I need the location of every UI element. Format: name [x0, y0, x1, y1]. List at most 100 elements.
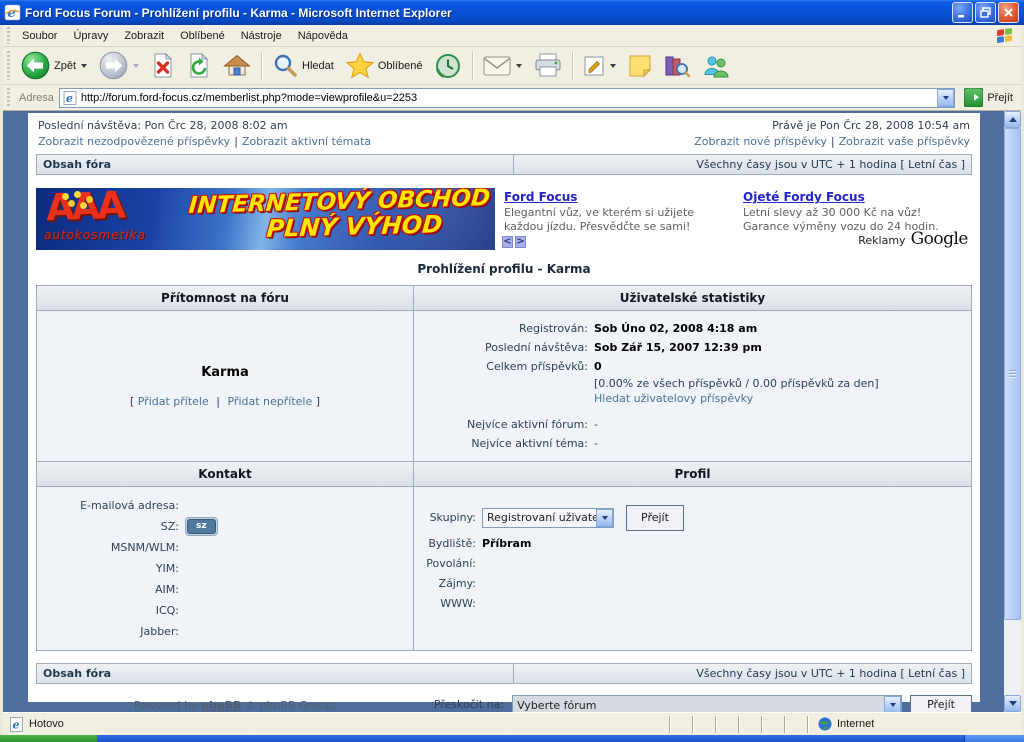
taskbar-edge: [97, 735, 964, 742]
active-topic-value: -: [594, 434, 598, 453]
menu-oblibene[interactable]: Oblíbené: [172, 27, 233, 45]
forward-dropdown-icon[interactable]: [133, 64, 139, 68]
svg-text:e: e: [66, 92, 73, 105]
address-input[interactable]: e http://forum.ford-focus.cz/memberlist.…: [59, 88, 955, 108]
ads-prev-button[interactable]: <: [502, 236, 513, 248]
note-icon: [628, 54, 652, 78]
forum-jump-arrow-icon[interactable]: [884, 696, 901, 712]
banner-ad[interactable]: AAA autokosmetika INTERNETOVÝ OBCHOD PLN…: [36, 188, 495, 250]
search-button[interactable]: Hledat: [267, 49, 339, 83]
groups-go-button[interactable]: Přejít: [626, 505, 684, 531]
stop-button[interactable]: [146, 49, 180, 83]
phpbb-link[interactable]: phpBB: [201, 699, 241, 712]
scroll-down-button[interactable]: [1004, 695, 1021, 712]
board-index-link[interactable]: Obsah fóra: [37, 155, 513, 174]
sz-label: SZ:: [45, 516, 185, 537]
mail-button[interactable]: [478, 49, 527, 83]
refresh-button[interactable]: [182, 49, 216, 83]
menu-soubor[interactable]: Soubor: [14, 27, 65, 45]
groups-select-arrow-icon[interactable]: [596, 509, 613, 527]
mail-dropdown-icon[interactable]: [516, 64, 522, 68]
back-button[interactable]: Zpět: [16, 49, 92, 83]
history-button[interactable]: [429, 49, 467, 83]
email-label: E-mailová adresa:: [45, 495, 185, 516]
vertical-scrollbar[interactable]: [1004, 111, 1021, 712]
print-button[interactable]: [529, 49, 567, 83]
groups-selected-value: Registrovaní uživatelé: [483, 508, 596, 528]
menu-zobrazit[interactable]: Zobrazit: [116, 27, 172, 45]
scroll-up-button[interactable]: [1004, 111, 1021, 128]
ads-next-button[interactable]: >: [515, 236, 526, 248]
right-links: Zobrazit nové příspěvky|Zobrazit vaše př…: [694, 135, 970, 148]
sz-button[interactable]: sz: [187, 519, 216, 534]
add-friend-link[interactable]: Přidat přítele: [138, 395, 209, 408]
jump-label: Přeskočit na:: [434, 695, 504, 712]
banner-dots-decoration: [62, 193, 69, 200]
link-active-topics[interactable]: Zobrazit aktivní témata: [242, 135, 371, 148]
edit-dropdown-icon[interactable]: [610, 64, 616, 68]
add-foe-link[interactable]: Přidat nepřítele: [227, 395, 312, 408]
security-zone-pane: Internet: [807, 716, 1019, 733]
search-label: Hledat: [302, 60, 334, 72]
favorites-button[interactable]: Oblíbené: [341, 49, 428, 83]
addressbar-grip[interactable]: [6, 88, 11, 108]
google-logo[interactable]: Google: [911, 229, 968, 249]
scrollbar-thumb[interactable]: [1004, 128, 1021, 620]
presence-header: Přítomnost na fóru: [37, 286, 413, 310]
forum-jump-value: Vyberte fórum: [513, 699, 884, 712]
messenger-button[interactable]: [697, 49, 735, 83]
link-new-posts[interactable]: Zobrazit nové příspěvky: [694, 135, 827, 148]
history-icon: [434, 52, 462, 80]
status-pane: [692, 716, 715, 733]
research-button[interactable]: [659, 49, 695, 83]
edit-button[interactable]: [578, 49, 621, 83]
timezone-text: Všechny časy jsou v UTC + 1 hodina [ Let…: [513, 155, 971, 174]
google-ads-panel: Ford Focus Elegantní vůz, ve kterém si u…: [500, 188, 972, 250]
statistics-header: Uživatelské statistiky: [414, 286, 971, 310]
board-index-bar-bottom: Obsah fóra Všechny časy jsou v UTC + 1 h…: [36, 663, 972, 684]
menu-napoveda[interactable]: Nápověda: [290, 27, 356, 45]
minimize-button[interactable]: [952, 2, 973, 23]
banner-brand-sub: autokosmetika: [44, 228, 146, 242]
link-unanswered-posts[interactable]: Zobrazit nezodpovězené příspěvky: [38, 135, 230, 148]
aim-label: AIM:: [45, 579, 185, 600]
windows-flag-icon: [997, 27, 1013, 43]
start-button-edge[interactable]: [0, 735, 97, 742]
discuss-button[interactable]: [623, 49, 657, 83]
link-separator: |: [216, 395, 220, 408]
yim-label: YIM:: [45, 558, 185, 579]
close-button[interactable]: [998, 2, 1019, 23]
banner-headline: INTERNETOVÝ OBCHOD PLNÝ VÝHOD: [186, 188, 491, 244]
www-label: WWW:: [422, 594, 482, 614]
restore-button[interactable]: [975, 2, 996, 23]
internet-globe-icon: [818, 717, 832, 731]
browser-viewport: Poslední návštěva: Pon Črc 28, 2008 8:02…: [3, 111, 1021, 712]
address-label: Adresa: [19, 92, 54, 104]
toolbar-grip[interactable]: [6, 51, 11, 81]
home-button[interactable]: [218, 49, 256, 83]
menu-upravy[interactable]: Úpravy: [65, 27, 116, 45]
browser-window: e Ford Focus Forum - Prohlížení profilu …: [0, 0, 1024, 742]
link-your-posts[interactable]: Zobrazit vaše příspěvky: [839, 135, 970, 148]
ad-title-link[interactable]: Ford Focus: [504, 190, 577, 204]
total-posts-label: Celkem příspěvků:: [422, 357, 594, 376]
print-icon: [534, 53, 562, 78]
ad-title-link[interactable]: Ojeté Fordy Focus: [743, 190, 865, 204]
board-index-link[interactable]: Obsah fóra: [37, 664, 513, 683]
forum-jump-select[interactable]: Vyberte fórum: [512, 695, 902, 712]
address-dropdown-button[interactable]: [937, 89, 954, 107]
go-button[interactable]: Přejít: [960, 87, 1017, 108]
window-title: Ford Focus Forum - Prohlížení profilu - …: [25, 6, 952, 20]
forward-button[interactable]: [94, 49, 144, 83]
menu-nastroje[interactable]: Nástroje: [233, 27, 290, 45]
title-bar: e Ford Focus Forum - Prohlížení profilu …: [0, 0, 1024, 25]
menu-grip[interactable]: [6, 27, 11, 44]
powered-by-text: Powered by: [134, 699, 198, 712]
toolbar-separator: [472, 52, 473, 80]
back-dropdown-icon[interactable]: [81, 64, 87, 68]
active-forum-label: Nejvíce aktivní fórum:: [422, 415, 594, 434]
groups-select[interactable]: Registrovaní uživatelé: [482, 508, 614, 528]
search-user-posts-link[interactable]: Hledat uživatelovy příspěvky: [594, 391, 753, 407]
status-pane: [669, 716, 692, 733]
jump-go-button[interactable]: Přejít: [910, 695, 972, 712]
